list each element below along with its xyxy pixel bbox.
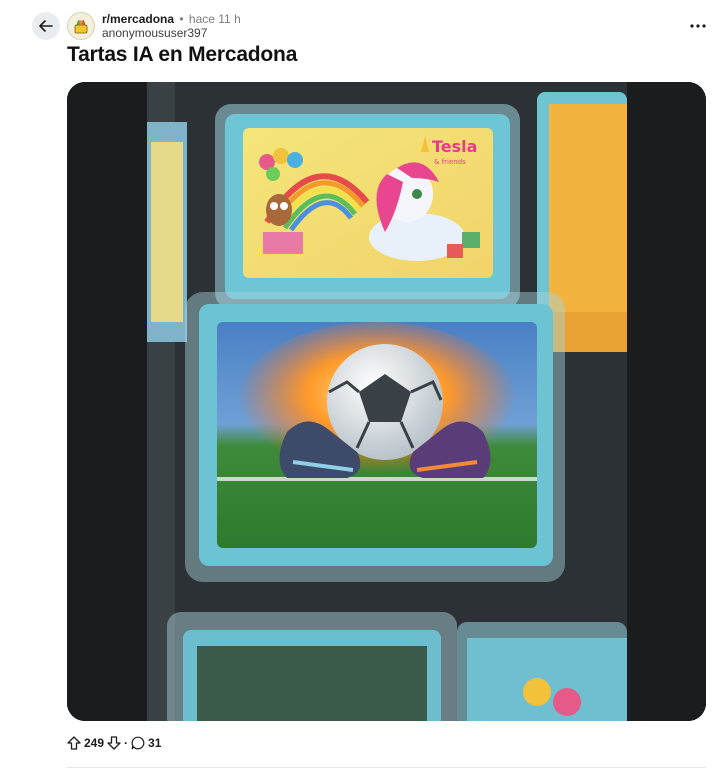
subreddit-avatar[interactable]: [67, 12, 95, 40]
arrow-left-icon: [39, 20, 53, 32]
meta-separator: •: [179, 12, 184, 26]
arrow-down-icon: [107, 736, 121, 750]
upvote-button[interactable]: [67, 736, 81, 750]
comment-bubble-icon: [131, 736, 145, 750]
post-title: Tartas IA en Mercadona: [67, 43, 298, 66]
cake-brand-sub-text: & friends: [434, 158, 466, 166]
back-button[interactable]: [32, 12, 60, 40]
comment-count: 31: [148, 736, 162, 750]
downvote-button[interactable]: [107, 736, 121, 750]
vote-count: 249: [84, 736, 105, 750]
post-divider: [67, 767, 706, 768]
shopping-basket-icon: [74, 19, 88, 34]
more-options-button[interactable]: [686, 14, 710, 38]
cake-photo: Tesla & friends: [67, 82, 706, 721]
author-link[interactable]: anonymoususer397: [102, 26, 241, 40]
ellipsis-icon: [690, 24, 706, 28]
cake-brand-text: Tesla: [432, 137, 477, 156]
arrow-up-icon: [67, 736, 81, 750]
post-time: hace 11 h: [188, 12, 241, 26]
subreddit-link[interactable]: r/mercadona: [102, 12, 174, 26]
post-image[interactable]: Tesla & friends: [67, 82, 706, 721]
comments-button[interactable]: [131, 736, 145, 750]
post-actions: 249 · 31: [67, 733, 164, 753]
post-meta: r/mercadona • hace 11 h anonymoususer397: [102, 12, 241, 40]
action-separator: ·: [124, 736, 129, 750]
